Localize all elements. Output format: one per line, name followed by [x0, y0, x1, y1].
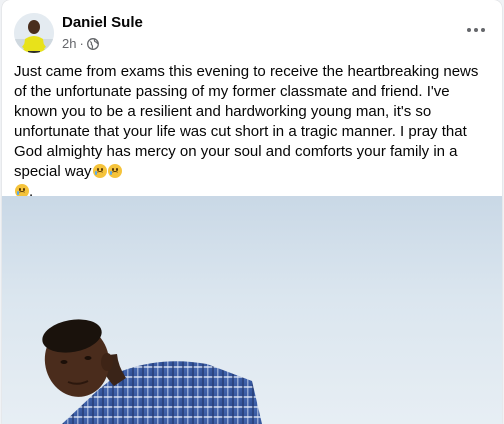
- sad-crying-face-emoji-icon: [107, 164, 122, 178]
- sad-crying-face-emoji-icon: [92, 164, 107, 178]
- meta-separator: ·: [79, 36, 84, 51]
- post-header: Daniel Sule 2h ·: [2, 0, 502, 60]
- post-text-main: Just came from exams this evening to rec…: [14, 63, 479, 180]
- post-time[interactable]: 2h: [62, 36, 76, 51]
- author-name[interactable]: Daniel Sule: [62, 14, 143, 31]
- post-card: Daniel Sule 2h · Just came from exams th…: [2, 0, 502, 424]
- post-text: Just came from exams this evening to rec…: [14, 62, 490, 202]
- globe-icon: [86, 37, 99, 50]
- more-dot-icon: [467, 28, 471, 32]
- more-dot-icon: [474, 28, 478, 32]
- avatar[interactable]: [14, 13, 54, 53]
- more-options-button[interactable]: [464, 20, 488, 40]
- post-photo[interactable]: [2, 196, 502, 424]
- post-meta: 2h ·: [62, 36, 99, 51]
- more-dot-icon: [481, 28, 485, 32]
